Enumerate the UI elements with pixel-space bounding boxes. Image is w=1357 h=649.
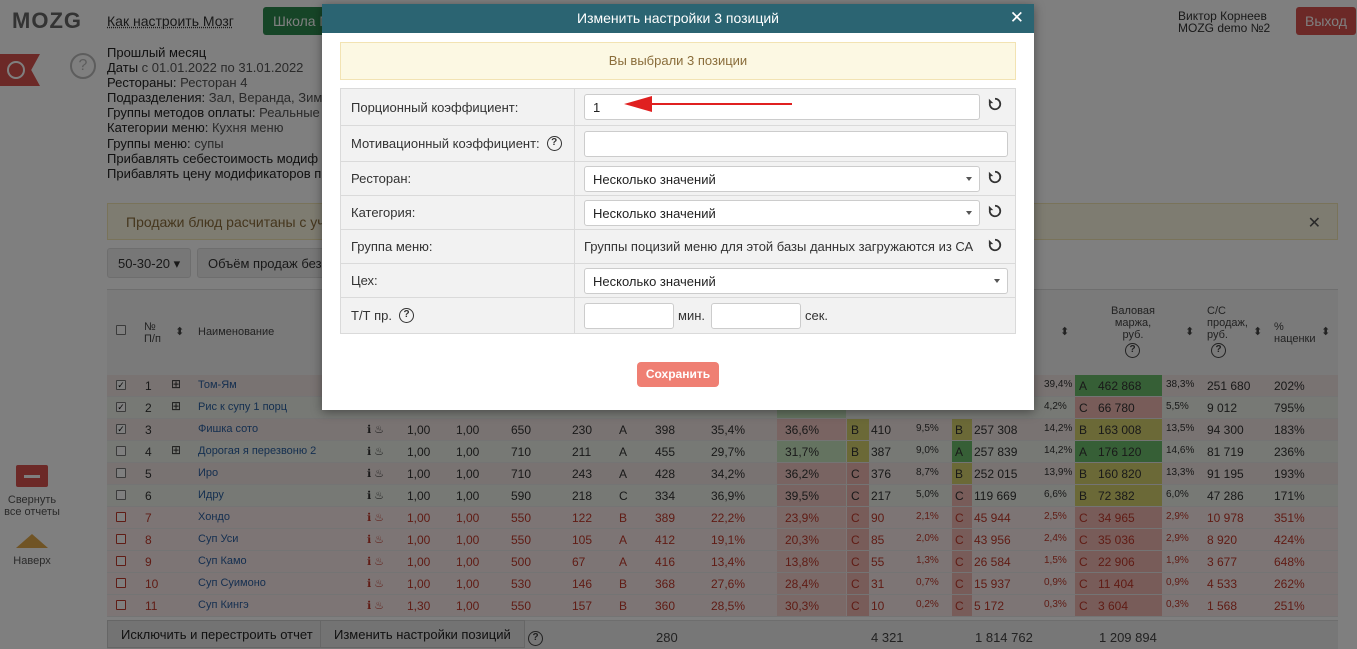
menu-group-label: Группа меню: [341,230,575,263]
shop-row: Цех: Несколько значений [341,263,1015,297]
restaurant-value-cell: Несколько значений [576,162,1015,195]
tt-value-cell: мин. сек. [576,298,1015,333]
motivation-row: Мотивационный коэффициент: ? [341,125,1015,161]
motivation-value-cell [576,126,1015,161]
reset-icon[interactable] [988,238,1006,256]
restaurant-row: Ресторан: Несколько значений [341,161,1015,195]
help-icon[interactable]: ? [546,136,562,151]
menu-group-value-cell: Группы поцизий меню для этой базы данных… [576,230,1015,263]
menu-group-info: Группы поцизий меню для этой базы данных… [584,239,974,254]
minutes-unit: мин. [678,308,705,323]
selection-alert: Вы выбрали 3 позиции [340,42,1016,80]
caret-down-icon [994,278,1000,283]
category-row: Категория: Несколько значений [341,195,1015,229]
tt-seconds-input[interactable] [711,302,801,329]
reset-icon[interactable] [988,204,1006,222]
settings-form: Порционный коэффициент: Мотивационный ко… [340,88,1016,334]
tt-row: Т/Т пр. ? мин. сек. [341,297,1015,333]
category-value-cell: Несколько значений [576,196,1015,229]
reset-icon[interactable] [988,170,1006,188]
caret-down-icon [966,176,972,181]
close-icon[interactable]: ✕ [1010,4,1024,32]
tt-label: Т/Т пр. ? [341,298,575,333]
reset-icon[interactable] [988,97,1006,115]
shop-select[interactable]: Несколько значений [584,267,1008,294]
menu-group-row: Группа меню: Группы поцизий меню для это… [341,229,1015,263]
restaurant-select[interactable]: Несколько значений [584,165,980,192]
modal-header: Изменить настройки 3 позиций ✕ [322,4,1034,33]
edit-positions-modal: Изменить настройки 3 позиций ✕ Вы выбрал… [322,4,1034,410]
red-annotation-arrow-icon [624,96,792,112]
seconds-unit: сек. [805,308,829,323]
portion-label: Порционный коэффициент: [341,89,575,125]
help-icon[interactable]: ? [399,308,414,323]
shop-label: Цех: [341,264,575,297]
save-button[interactable]: Сохранить [637,362,719,387]
tt-minutes-input[interactable] [584,302,674,329]
restaurant-label: Ресторан: [341,162,575,195]
modal-title: Изменить настройки 3 позиций [577,10,779,26]
caret-down-icon [966,210,972,215]
category-label: Категория: [341,196,575,229]
motivation-input[interactable] [584,130,1008,157]
shop-value-cell: Несколько значений [576,264,1015,297]
motivation-label: Мотивационный коэффициент: ? [341,126,575,161]
category-select[interactable]: Несколько значений [584,199,980,226]
